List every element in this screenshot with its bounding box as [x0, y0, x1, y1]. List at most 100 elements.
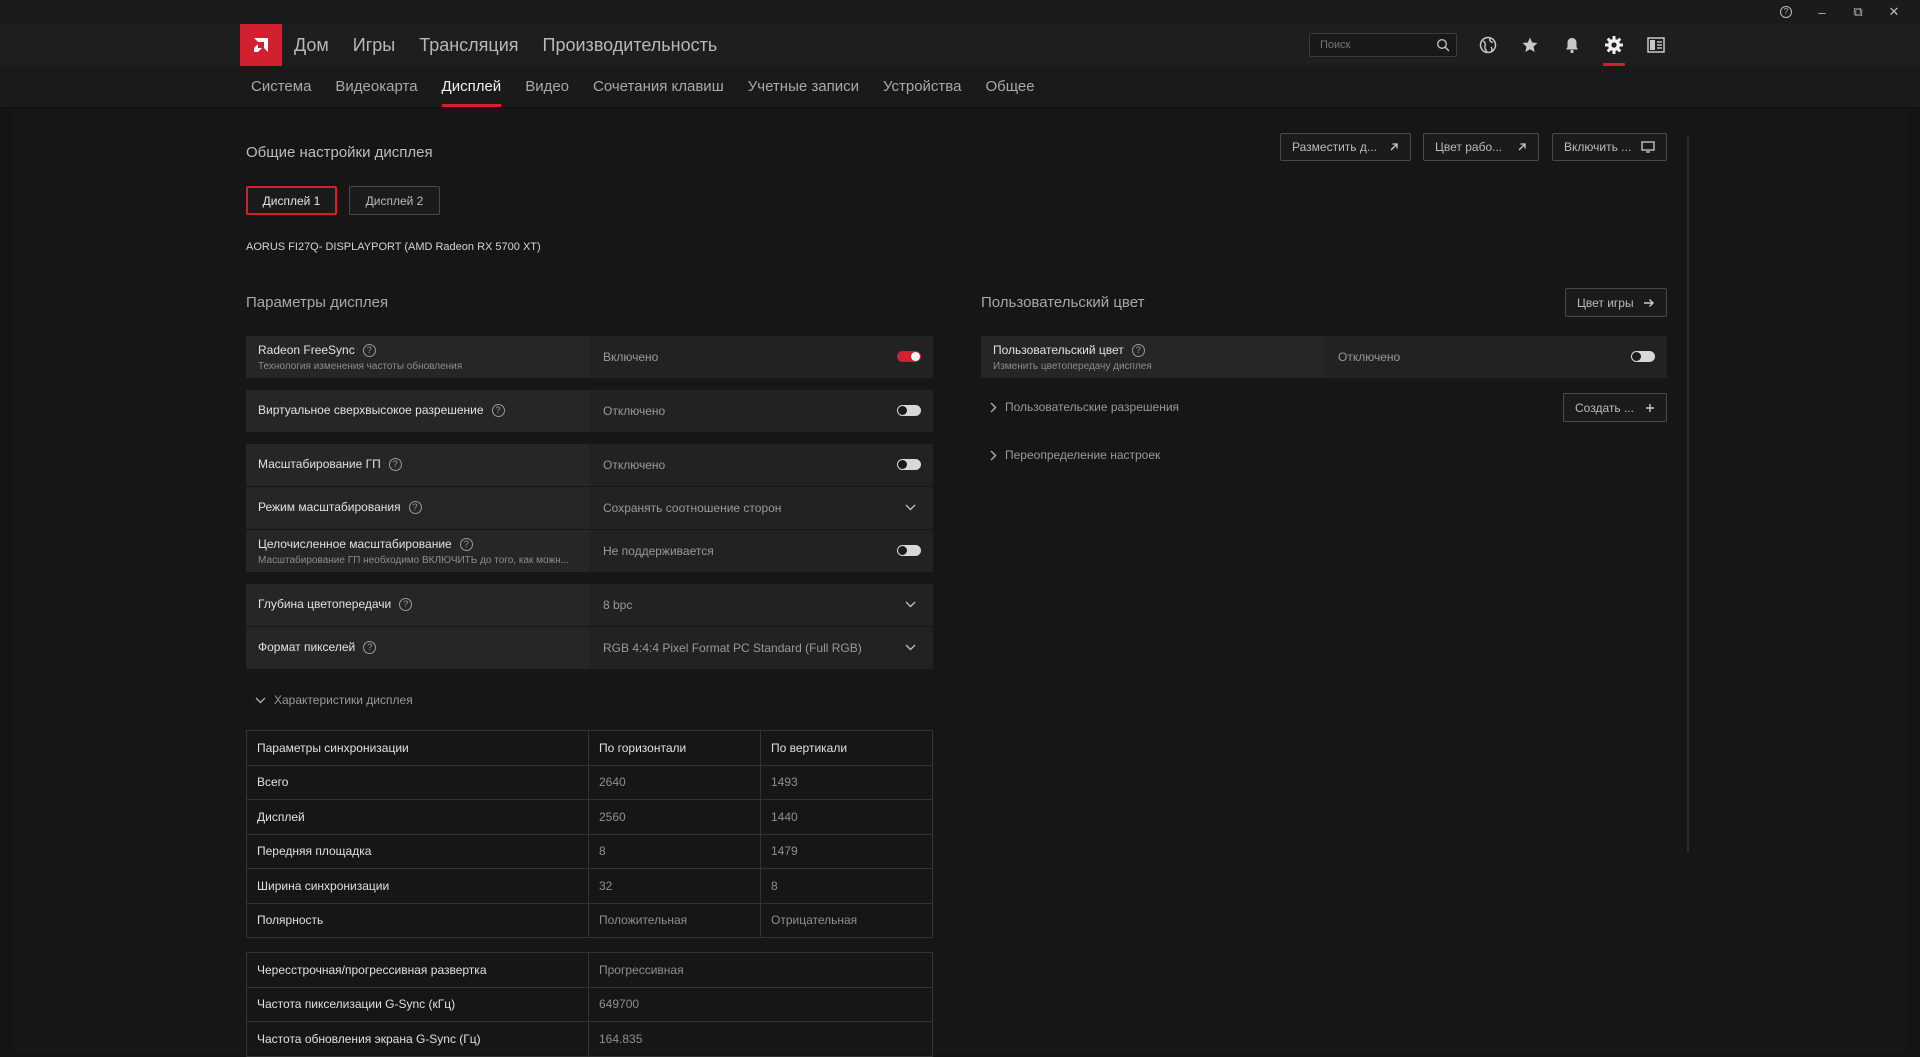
freesync-toggle[interactable] — [897, 351, 921, 362]
table-cell: Частота обновления экрана G-Sync (Гц) — [246, 1021, 589, 1057]
help-icon[interactable]: ? — [491, 403, 505, 417]
override-settings-toggle[interactable]: Переопределение настроек — [990, 448, 1160, 462]
color-depth-value: 8 bpc — [603, 598, 633, 612]
minimize-button[interactable]: – — [1804, 0, 1840, 24]
setting-row-scaling-mode[interactable]: Режим масштабирования? Сохранять соотнош… — [246, 487, 933, 529]
tab-system[interactable]: Система — [251, 66, 311, 108]
table-header-row: Параметры синхронизации По горизонтали П… — [246, 730, 933, 766]
window-controls: ? – ⧉ ✕ — [1768, 0, 1912, 24]
table-cell: Чересстрочная/прогрессивная развертка — [246, 952, 589, 988]
web-button[interactable] — [1476, 24, 1500, 66]
nav-home[interactable]: Дом — [294, 35, 329, 56]
custom-resolutions-toggle[interactable]: Пользовательские разрешения — [990, 400, 1179, 414]
table-cell: Дисплей — [246, 799, 589, 835]
help-button[interactable]: ? — [1768, 0, 1804, 24]
display-1-tab[interactable]: Дисплей 1 — [246, 186, 337, 215]
game-color-button[interactable]: Цвет игры — [1565, 288, 1667, 317]
table-cell: Ширина синхронизации — [246, 868, 589, 904]
chevron-down-icon — [255, 697, 266, 703]
integer-scaling-toggle[interactable] — [897, 545, 921, 556]
table-row: Частота пикселизации G-Sync (кГц) 649700 — [246, 986, 933, 1022]
search-box — [1309, 33, 1457, 57]
setting-row-pixel-format[interactable]: Формат пикселей? RGB 4:4:4 Pixel Format … — [246, 627, 933, 669]
external-link-icon — [1390, 143, 1398, 151]
scrollbar[interactable] — [1687, 136, 1689, 852]
integer-scaling-label: Целочисленное масштабирование — [258, 537, 452, 551]
help-icon: ? — [1780, 6, 1792, 18]
help-icon[interactable]: ? — [459, 537, 473, 551]
tab-video[interactable]: Видео — [525, 66, 569, 108]
desktop-color-button[interactable]: Цвет рабо... — [1423, 133, 1539, 161]
tab-hotkeys[interactable]: Сочетания клавиш — [593, 66, 724, 108]
setting-row-gpu-scaling: Масштабирование ГП? Отключено — [246, 444, 933, 486]
amd-logo-icon — [254, 38, 268, 52]
tab-accounts[interactable]: Учетные записи — [748, 66, 859, 108]
arrange-displays-label: Разместить д... — [1292, 140, 1377, 154]
nav-games[interactable]: Игры — [353, 35, 395, 56]
table-row: Передняя площадка 8 1479 — [246, 833, 933, 869]
table-cell: 8 — [588, 833, 761, 869]
plus-icon — [1646, 403, 1654, 412]
title-bar: ? – ⧉ ✕ — [0, 0, 1920, 24]
table-row: Всего 2640 1493 — [246, 764, 933, 800]
gpu-scaling-toggle[interactable] — [897, 459, 921, 470]
restore-icon: ⧉ — [1853, 4, 1863, 19]
top-icons — [1476, 24, 1668, 66]
search-input[interactable] — [1310, 34, 1430, 56]
setting-row-freesync: Radeon FreeSync? Технология изменения ча… — [246, 336, 933, 378]
table-cell: 164.835 — [588, 1021, 933, 1057]
tab-display[interactable]: Дисплей — [441, 66, 501, 108]
help-icon[interactable]: ? — [362, 343, 376, 357]
table-cell: Отрицательная — [760, 902, 933, 938]
tab-devices[interactable]: Устройства — [883, 66, 961, 108]
favorites-button[interactable] — [1518, 24, 1542, 66]
help-icon[interactable]: ? — [388, 457, 402, 471]
nav-streaming[interactable]: Трансляция — [419, 35, 518, 56]
amd-logo[interactable] — [240, 24, 282, 66]
overlay-button[interactable] — [1644, 24, 1668, 66]
nav-performance[interactable]: Производительность — [543, 35, 718, 56]
enable-display-button[interactable]: Включить ... — [1552, 133, 1667, 161]
settings-button[interactable] — [1602, 24, 1626, 66]
monitor-name: AORUS FI27Q- DISPLAYPORT (AMD Radeon RX … — [246, 241, 541, 253]
setting-row-color-depth[interactable]: Глубина цветопередачи? 8 bpc — [246, 584, 933, 626]
table-row: Частота обновления экрана G-Sync (Гц) 16… — [246, 1021, 933, 1057]
create-resolution-button[interactable]: Создать ... — [1563, 393, 1667, 422]
chevron-right-icon — [990, 450, 997, 460]
table-cell: Полярность — [246, 902, 589, 938]
help-icon[interactable]: ? — [1131, 343, 1145, 357]
notifications-button[interactable] — [1560, 24, 1584, 66]
chevron-down-icon — [905, 504, 916, 511]
enable-display-label: Включить ... — [1564, 140, 1632, 154]
game-color-label: Цвет игры — [1577, 295, 1634, 310]
freesync-value: Включено — [603, 350, 659, 364]
monitor-icon — [1641, 141, 1655, 153]
close-button[interactable]: ✕ — [1876, 0, 1912, 24]
table-row: Дисплей 2560 1440 — [246, 799, 933, 835]
help-icon[interactable]: ? — [363, 640, 377, 654]
restore-button[interactable]: ⧉ — [1840, 0, 1876, 24]
create-resolution-label: Создать ... — [1575, 400, 1634, 415]
display-characteristics-toggle[interactable]: Характеристики дисплея — [255, 693, 413, 707]
vsr-toggle[interactable] — [897, 405, 921, 416]
freesync-label: Radeon FreeSync — [258, 343, 355, 357]
custom-color-toggle[interactable] — [1631, 351, 1655, 362]
gear-icon — [1605, 36, 1623, 54]
arrange-displays-button[interactable]: Разместить д... — [1280, 133, 1411, 161]
table-cell: 8 — [760, 868, 933, 904]
scaling-mode-label: Режим масштабирования — [258, 500, 401, 514]
tab-graphics[interactable]: Видеокарта — [335, 66, 417, 108]
help-icon[interactable]: ? — [399, 597, 413, 611]
display-2-tab[interactable]: Дисплей 2 — [349, 186, 440, 215]
custom-color-title: Пользовательский цвет — [981, 294, 1145, 311]
chevron-right-icon — [990, 402, 997, 412]
globe-icon — [1479, 36, 1497, 54]
display-characteristics-label: Характеристики дисплея — [274, 693, 413, 707]
search-icon[interactable] — [1436, 38, 1450, 52]
setting-row-vsr: Виртуальное сверхвысокое разрешение? Отк… — [246, 390, 933, 432]
scan-table: Чересстрочная/прогрессивная развертка Пр… — [246, 952, 933, 1057]
help-icon[interactable]: ? — [408, 500, 422, 514]
table-cell: 32 — [588, 868, 761, 904]
setting-row-integer-scaling: Целочисленное масштабирование? Масштабир… — [246, 530, 933, 572]
tab-general[interactable]: Общее — [985, 66, 1034, 108]
